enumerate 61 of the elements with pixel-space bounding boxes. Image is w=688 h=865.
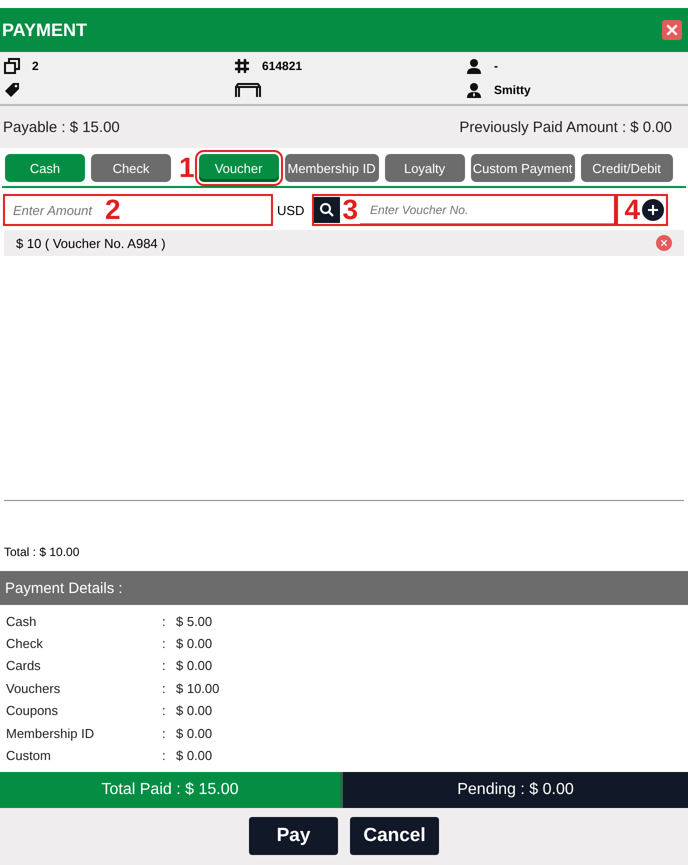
info-value: Smitty <box>494 83 531 97</box>
detail-value: $ 0.00 <box>176 726 212 741</box>
action-button[interactable]: Cancel <box>350 817 439 856</box>
separator: : <box>162 703 167 718</box>
detail-value: $ 0.00 <box>176 658 212 674</box>
detail-label: Coupons <box>6 703 60 718</box>
detail-label: Cash <box>6 614 38 629</box>
details-header: Payment Details : <box>0 571 688 605</box>
plus-icon <box>647 204 660 216</box>
previously-paid-amount: Previously Paid Amount : $ 0.00 <box>459 118 672 136</box>
copy-icon <box>4 58 20 74</box>
close-icon <box>660 239 668 247</box>
action-button[interactable]: Pay <box>249 817 338 856</box>
hash-icon <box>234 58 250 74</box>
callout-number: 1 <box>178 154 196 182</box>
payable-amount: Payable : $ 15.00 <box>3 118 120 136</box>
total-amount: Total : $ 10.00 <box>4 545 80 559</box>
total-paid-bar: Total Paid : $ 15.00 <box>0 772 343 808</box>
search-icon <box>319 202 336 218</box>
detail-value: $ 10.00 <box>176 680 220 696</box>
voucher-text: $ 10 ( Voucher No. A984 ) <box>16 236 166 250</box>
table-icon <box>234 83 262 97</box>
detail-value: $ 0.00 <box>176 748 212 764</box>
detail-value: $ 0.00 <box>176 703 212 718</box>
payment-tab[interactable]: Custom Payment <box>470 154 575 182</box>
payment-tab[interactable]: Check <box>91 154 171 182</box>
detail-label: Membership ID <box>6 726 96 741</box>
callout-number: 4 <box>623 196 642 224</box>
detail-value: $ 0.00 <box>176 636 212 652</box>
detail-value: $ 5.00 <box>176 614 212 629</box>
separator: : <box>162 726 167 741</box>
search-button[interactable] <box>314 197 340 223</box>
tag-icon <box>4 82 20 98</box>
separator: : <box>162 680 167 696</box>
pending-bar: Pending : $ 0.00 <box>343 772 688 808</box>
info-value: 2 <box>32 59 39 73</box>
person-icon <box>466 58 482 74</box>
window-title: PAYMENT <box>2 20 88 40</box>
info-value: 614821 <box>262 59 302 73</box>
callout-number: 3 <box>341 196 360 224</box>
payment-tab[interactable]: Cash <box>5 154 85 182</box>
add-button[interactable] <box>642 199 664 221</box>
detail-label: Custom <box>6 748 52 764</box>
callout-number: 2 <box>104 196 122 224</box>
separator: : <box>162 636 167 652</box>
detail-label: Cards <box>6 658 42 674</box>
close-button[interactable] <box>662 20 682 40</box>
detail-label: Vouchers <box>6 680 62 696</box>
separator: : <box>162 614 167 629</box>
info-value: - <box>494 59 498 73</box>
detail-label: Check <box>6 636 44 652</box>
remove-button[interactable] <box>656 235 672 251</box>
currency-label: USD <box>277 202 304 218</box>
person-icon <box>466 82 482 98</box>
separator: : <box>162 658 167 674</box>
payment-tab[interactable]: Voucher <box>198 154 279 182</box>
payment-tab[interactable]: Credit/Debit <box>580 154 673 182</box>
separator: : <box>162 748 167 764</box>
payment-tab[interactable]: Membership ID <box>284 154 379 182</box>
close-icon <box>665 23 679 37</box>
payment-tab[interactable]: Loyalty <box>384 154 465 182</box>
